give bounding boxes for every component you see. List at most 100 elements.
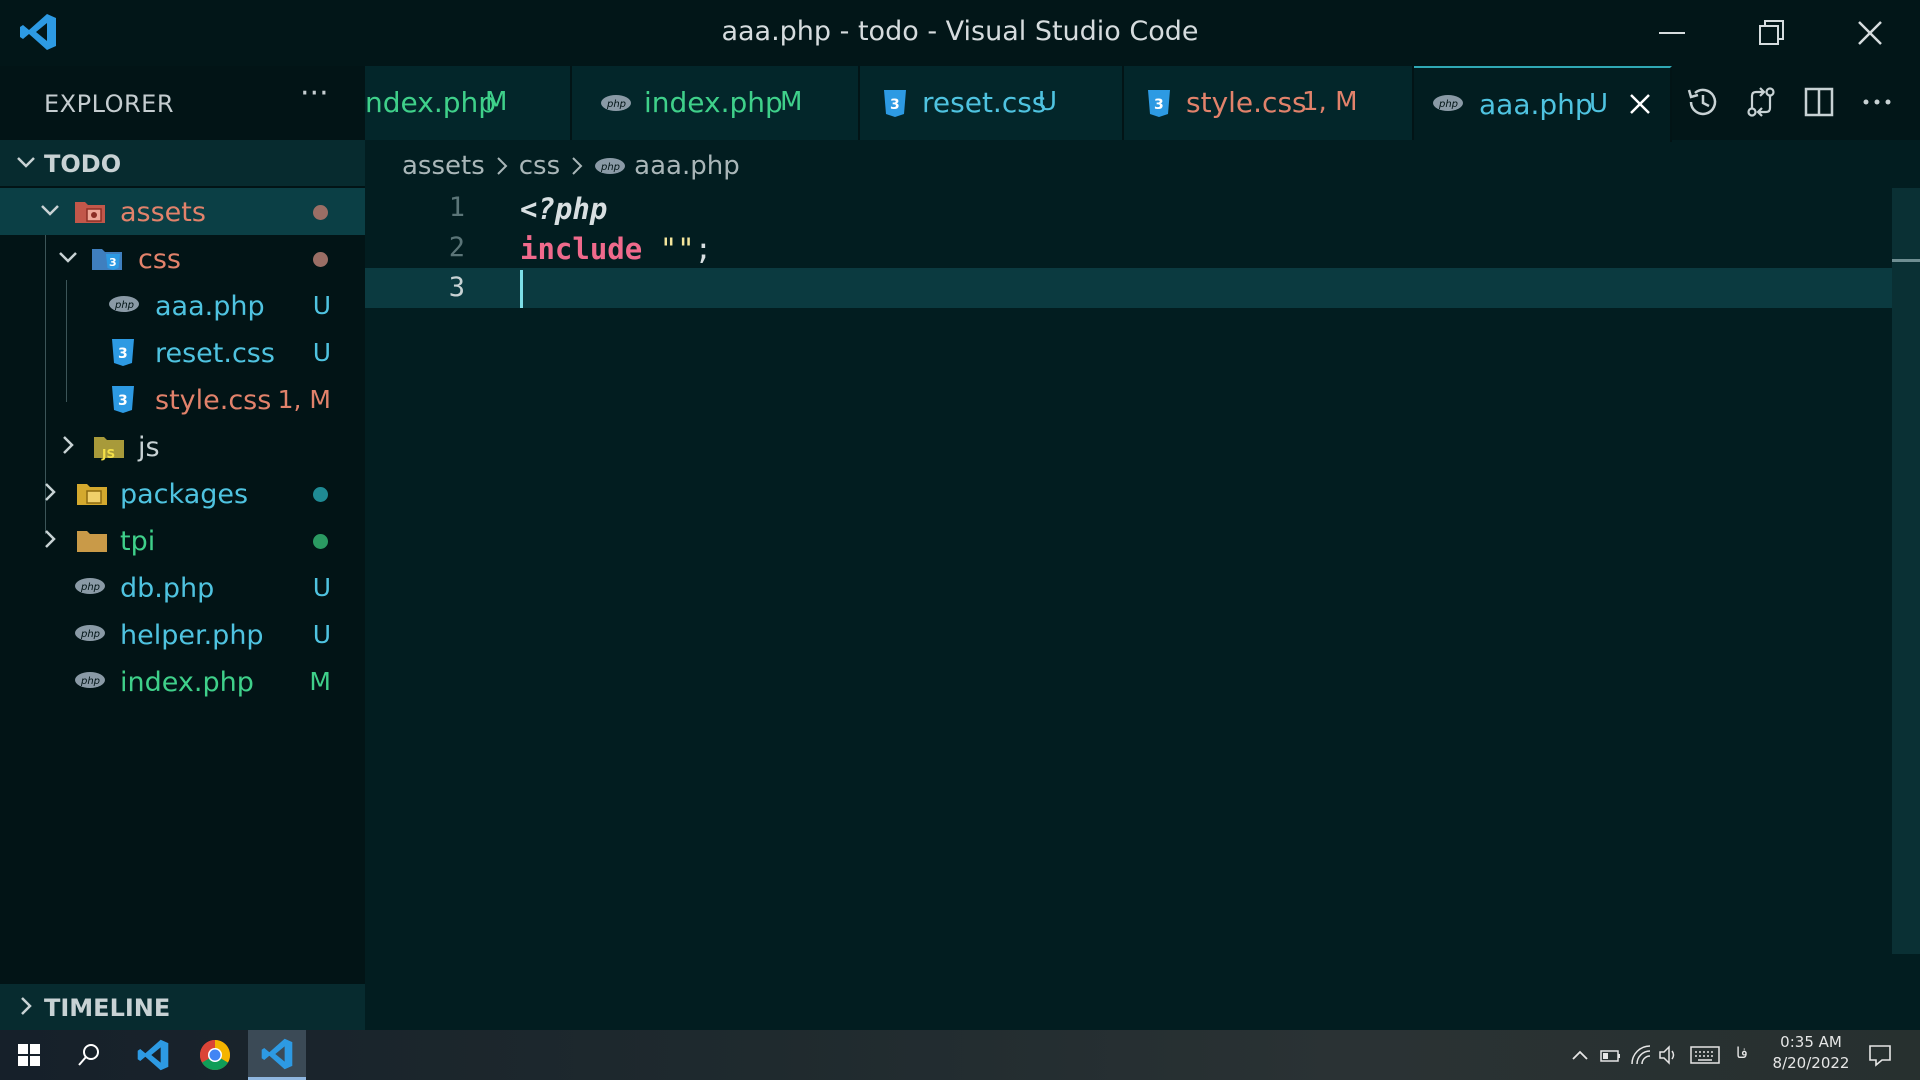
wifi-icon[interactable] bbox=[1630, 1044, 1652, 1066]
tree-item-packages[interactable]: packages bbox=[0, 470, 365, 517]
code-text: include ""; bbox=[520, 232, 712, 266]
tab-index-php-2[interactable]: php index.php M bbox=[572, 66, 860, 140]
chrome-logo-icon bbox=[199, 1040, 231, 1071]
tree-item-label: reset.css bbox=[155, 338, 275, 369]
tab-label: aaa.php bbox=[1479, 88, 1593, 121]
tab-badge: U bbox=[1038, 87, 1058, 117]
chevron-right-icon bbox=[45, 483, 56, 501]
svg-text:php: php bbox=[606, 99, 626, 110]
assets-folder-icon bbox=[75, 202, 105, 223]
code-line[interactable]: 2 include ""; bbox=[365, 228, 1920, 268]
volume-icon[interactable] bbox=[1658, 1044, 1680, 1066]
breadcrumb: assets css php aaa.php bbox=[402, 148, 740, 184]
text-cursor bbox=[520, 270, 523, 308]
breadcrumb-item-css[interactable]: css bbox=[519, 151, 560, 181]
css-file-icon: 3 bbox=[112, 386, 134, 413]
svg-text:php: php bbox=[600, 162, 620, 173]
tree-item-label: tpi bbox=[120, 526, 156, 557]
tree-item-label: index.php bbox=[120, 667, 254, 698]
timeline-label: TIMELINE bbox=[44, 994, 171, 1022]
tree-item-css[interactable]: 3 css bbox=[0, 235, 365, 282]
close-tab-icon[interactable] bbox=[1628, 92, 1652, 116]
tree-item-tpi[interactable]: tpi bbox=[0, 517, 365, 564]
tab-reset-css[interactable]: 3 reset.css U bbox=[860, 66, 1124, 140]
keyword-token: include bbox=[520, 232, 643, 266]
taskbar-chrome-app[interactable] bbox=[186, 1030, 244, 1080]
restore-button[interactable] bbox=[1722, 0, 1822, 66]
tab-label: ndex.php bbox=[365, 86, 497, 119]
compare-changes-icon[interactable] bbox=[1743, 84, 1779, 120]
tab-index-php-1[interactable]: ndex.php M bbox=[365, 66, 572, 140]
battery-icon[interactable] bbox=[1600, 1046, 1622, 1066]
tree-item-index-php[interactable]: php index.php M bbox=[0, 658, 365, 705]
title-bar: aaa.php - todo - Visual Studio Code bbox=[0, 0, 1920, 66]
tree-item-helper-php[interactable]: php helper.php U bbox=[0, 611, 365, 658]
clock[interactable]: 0:35 AM 8/20/2022 bbox=[1766, 1033, 1856, 1072]
code-text: <?php bbox=[520, 192, 607, 226]
chevron-down-icon bbox=[41, 205, 59, 216]
taskbar-vscode-app-active[interactable] bbox=[248, 1030, 306, 1080]
folder-section-label: TODO bbox=[44, 150, 122, 178]
css-file-icon: 3 bbox=[884, 90, 906, 117]
start-button[interactable] bbox=[0, 1030, 58, 1080]
explorer-sidebar: EXPLORER ··· TODO assets 3 css php aaa.p… bbox=[0, 66, 365, 1030]
tree-item-label: assets bbox=[120, 197, 206, 228]
folder-section-todo[interactable]: TODO bbox=[0, 140, 365, 186]
line-number: 3 bbox=[448, 272, 465, 303]
git-status-badge: U bbox=[312, 338, 331, 367]
svg-text:3: 3 bbox=[109, 256, 117, 269]
scrollbar-cursor-marker bbox=[1892, 259, 1920, 262]
css-file-icon: 3 bbox=[112, 339, 134, 366]
tree-item-label: aaa.php bbox=[155, 291, 265, 322]
php-file-icon: php bbox=[75, 625, 105, 641]
breadcrumb-item-assets[interactable]: assets bbox=[402, 151, 485, 181]
editor-tab-bar: ndex.php M php index.php M 3 reset.css U… bbox=[365, 66, 1920, 142]
tree-item-label: style.css bbox=[155, 385, 272, 416]
code-editor[interactable]: 1 <?php 2 include ""; 3 bbox=[365, 188, 1920, 1030]
clock-date: 8/20/2022 bbox=[1772, 1054, 1850, 1072]
tab-aaa-php[interactable]: php aaa.php U bbox=[1414, 66, 1672, 142]
timeline-history-icon[interactable] bbox=[1685, 84, 1721, 120]
vertical-scrollbar[interactable] bbox=[1892, 188, 1920, 954]
modified-dot bbox=[313, 534, 328, 549]
svg-text:php: php bbox=[80, 582, 100, 593]
keyboard-icon[interactable] bbox=[1690, 1045, 1720, 1065]
tree-item-db-php[interactable]: php db.php U bbox=[0, 564, 365, 611]
minimize-button[interactable] bbox=[1622, 0, 1722, 66]
timeline-section[interactable]: TIMELINE bbox=[0, 984, 365, 1030]
css-folder-icon: 3 bbox=[92, 249, 122, 270]
svg-text:3: 3 bbox=[1154, 97, 1164, 113]
packages-folder-icon bbox=[77, 484, 107, 505]
code-line[interactable]: 1 <?php bbox=[365, 188, 1920, 228]
tab-label: style.css bbox=[1186, 86, 1307, 119]
tree-item-aaa-php[interactable]: php aaa.php U bbox=[0, 282, 365, 329]
vscode-logo-icon bbox=[261, 1038, 293, 1069]
git-status-badge: 1, M bbox=[277, 385, 331, 414]
explorer-more-button[interactable]: ··· bbox=[300, 76, 329, 111]
code-line-current[interactable]: 3 bbox=[365, 268, 1920, 308]
tree-item-label: css bbox=[138, 244, 181, 275]
tree-item-js[interactable]: JS js bbox=[0, 423, 365, 470]
input-language-indicator[interactable]: فا bbox=[1736, 1044, 1748, 1062]
tab-style-css[interactable]: 3 style.css 1, M bbox=[1124, 66, 1414, 140]
taskbar-vscode-app[interactable] bbox=[124, 1030, 182, 1080]
tree-item-reset-css[interactable]: 3 reset.css U bbox=[0, 329, 365, 376]
show-hidden-icons-icon[interactable] bbox=[1570, 1046, 1590, 1066]
more-actions-icon[interactable] bbox=[1859, 84, 1895, 120]
split-editor-icon[interactable] bbox=[1801, 84, 1837, 120]
php-file-icon: php bbox=[75, 672, 105, 688]
tab-label: reset.css bbox=[922, 86, 1047, 119]
tree-item-assets[interactable]: assets bbox=[0, 188, 365, 235]
breadcrumb-item-file[interactable]: aaa.php bbox=[634, 151, 740, 181]
taskbar-search-button[interactable] bbox=[60, 1030, 118, 1080]
close-window-button[interactable] bbox=[1820, 0, 1920, 66]
tree-item-style-css[interactable]: 3 style.css 1, M bbox=[0, 376, 365, 423]
chevron-right-icon bbox=[21, 997, 32, 1015]
tree-item-label: db.php bbox=[120, 573, 215, 604]
notifications-icon[interactable] bbox=[1868, 1043, 1892, 1067]
svg-text:php: php bbox=[1438, 99, 1458, 110]
line-number: 1 bbox=[448, 192, 465, 223]
line-number: 2 bbox=[448, 232, 465, 263]
git-status-badge: U bbox=[312, 291, 331, 320]
chevron-right-icon bbox=[572, 157, 583, 175]
